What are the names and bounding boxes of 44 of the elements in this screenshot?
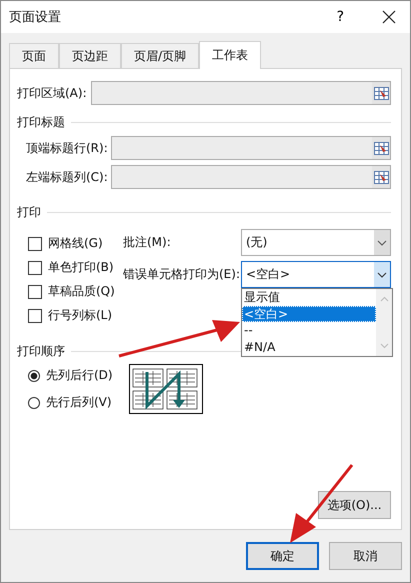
ok-button[interactable]: 确定 bbox=[246, 542, 319, 570]
checkbox[interactable] bbox=[28, 308, 42, 322]
cancel-button[interactable]: 取消 bbox=[329, 542, 402, 570]
field-label: 左端标题列(C): bbox=[25, 168, 108, 186]
tab[interactable]: 工作表 bbox=[199, 41, 262, 69]
tab[interactable]: 页边距 bbox=[59, 43, 121, 68]
table-icon[interactable] bbox=[374, 86, 388, 100]
table-icon[interactable] bbox=[374, 170, 388, 184]
section-heading: 打印标题 bbox=[17, 114, 65, 130]
input-field[interactable] bbox=[111, 165, 391, 189]
input-field[interactable] bbox=[91, 81, 391, 105]
radio-label: 先行后列(V) bbox=[46, 394, 112, 411]
dropdown-option[interactable]: -- bbox=[242, 322, 376, 338]
dropdown-option[interactable]: #N/A bbox=[242, 338, 376, 355]
radio-button[interactable] bbox=[28, 396, 40, 408]
section-heading: 打印 bbox=[17, 204, 41, 220]
dropdown-option[interactable]: <空白> bbox=[242, 306, 376, 322]
field-label: 打印区域(A): bbox=[17, 84, 87, 102]
tab[interactable]: 页面 bbox=[9, 43, 59, 68]
checkbox-label: 网格线(G) bbox=[48, 235, 103, 252]
radio-button[interactable] bbox=[28, 370, 40, 382]
close-icon[interactable] bbox=[382, 10, 396, 24]
checkbox-label: 草稿品质(Q) bbox=[48, 283, 115, 300]
section-heading: 打印顺序 bbox=[17, 342, 65, 360]
chevron-down-icon bbox=[377, 272, 387, 278]
options-button[interactable]: 选项(O)... bbox=[318, 491, 391, 519]
dropdown-option[interactable]: 显示值 bbox=[242, 289, 376, 306]
dropdown[interactable]: <空白> bbox=[241, 261, 391, 288]
field-label: 顶端标题行(R): bbox=[25, 140, 108, 156]
help-button[interactable]: ? bbox=[336, 9, 344, 25]
chevron-down-icon bbox=[377, 240, 387, 246]
checkbox[interactable] bbox=[28, 284, 42, 298]
checkbox-label: 单色打印(B) bbox=[48, 259, 114, 276]
checkbox[interactable] bbox=[28, 260, 42, 274]
window-title: 页面设置 bbox=[9, 9, 62, 26]
field-label: 错误单元格打印为(E): bbox=[123, 266, 240, 283]
dropdown[interactable]: (无) bbox=[241, 229, 391, 256]
radio-label: 先列后行(D) bbox=[46, 367, 113, 384]
input-field[interactable] bbox=[111, 136, 391, 160]
table-icon[interactable] bbox=[374, 142, 388, 154]
checkbox-label: 行号列标(L) bbox=[48, 307, 112, 324]
field-label: 批注(M): bbox=[123, 234, 171, 251]
checkbox[interactable] bbox=[28, 236, 42, 250]
tab[interactable]: 页眉/页脚 bbox=[121, 43, 200, 68]
